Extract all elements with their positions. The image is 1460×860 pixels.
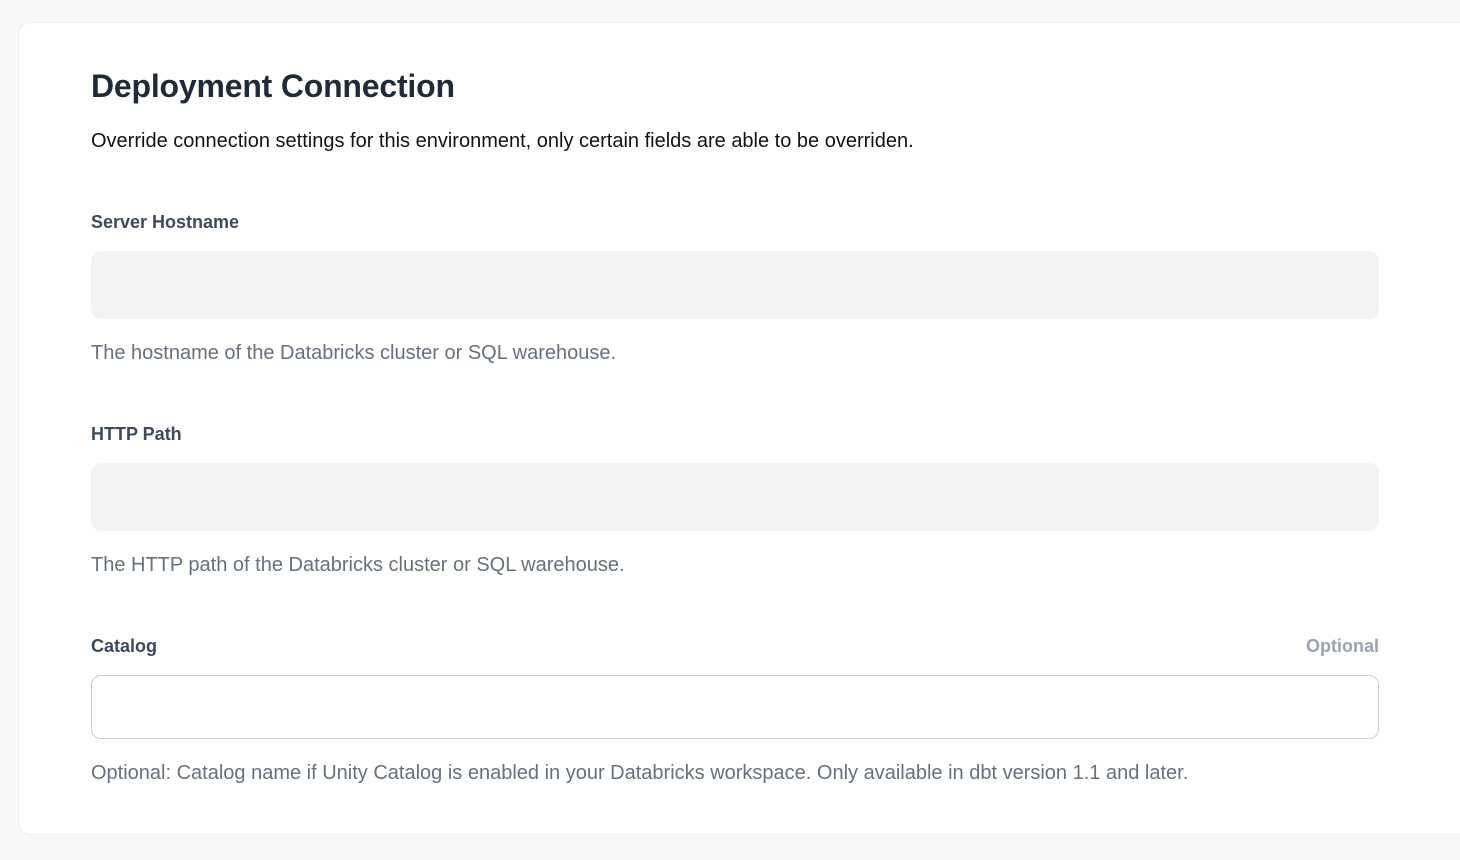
deployment-connection-card: Deployment Connection Override connectio… (18, 22, 1460, 835)
server-hostname-help: The hostname of the Databricks cluster o… (91, 341, 1379, 365)
settings-page: Deployment Connection Override connectio… (0, 0, 1460, 860)
server-hostname-input (91, 251, 1379, 319)
field-catalog: Catalog Optional Optional: Catalog name … (91, 635, 1379, 785)
server-hostname-label: Server Hostname (91, 211, 239, 233)
catalog-optional-badge: Optional (1306, 635, 1379, 657)
field-http-path: HTTP Path The HTTP path of the Databrick… (91, 423, 1379, 577)
http-path-help: The HTTP path of the Databricks cluster … (91, 553, 1379, 577)
page-subtitle: Override connection settings for this en… (91, 129, 1379, 153)
catalog-help: Optional: Catalog name if Unity Catalog … (91, 761, 1379, 785)
card-content: Deployment Connection Override connectio… (19, 23, 1379, 785)
field-server-hostname: Server Hostname The hostname of the Data… (91, 211, 1379, 365)
catalog-input[interactable] (91, 675, 1379, 739)
http-path-input (91, 463, 1379, 531)
http-path-label: HTTP Path (91, 423, 182, 445)
page-title: Deployment Connection (91, 69, 1379, 103)
field-head: HTTP Path (91, 423, 1379, 445)
field-head: Catalog Optional (91, 635, 1379, 657)
field-head: Server Hostname (91, 211, 1379, 233)
catalog-label: Catalog (91, 635, 157, 657)
